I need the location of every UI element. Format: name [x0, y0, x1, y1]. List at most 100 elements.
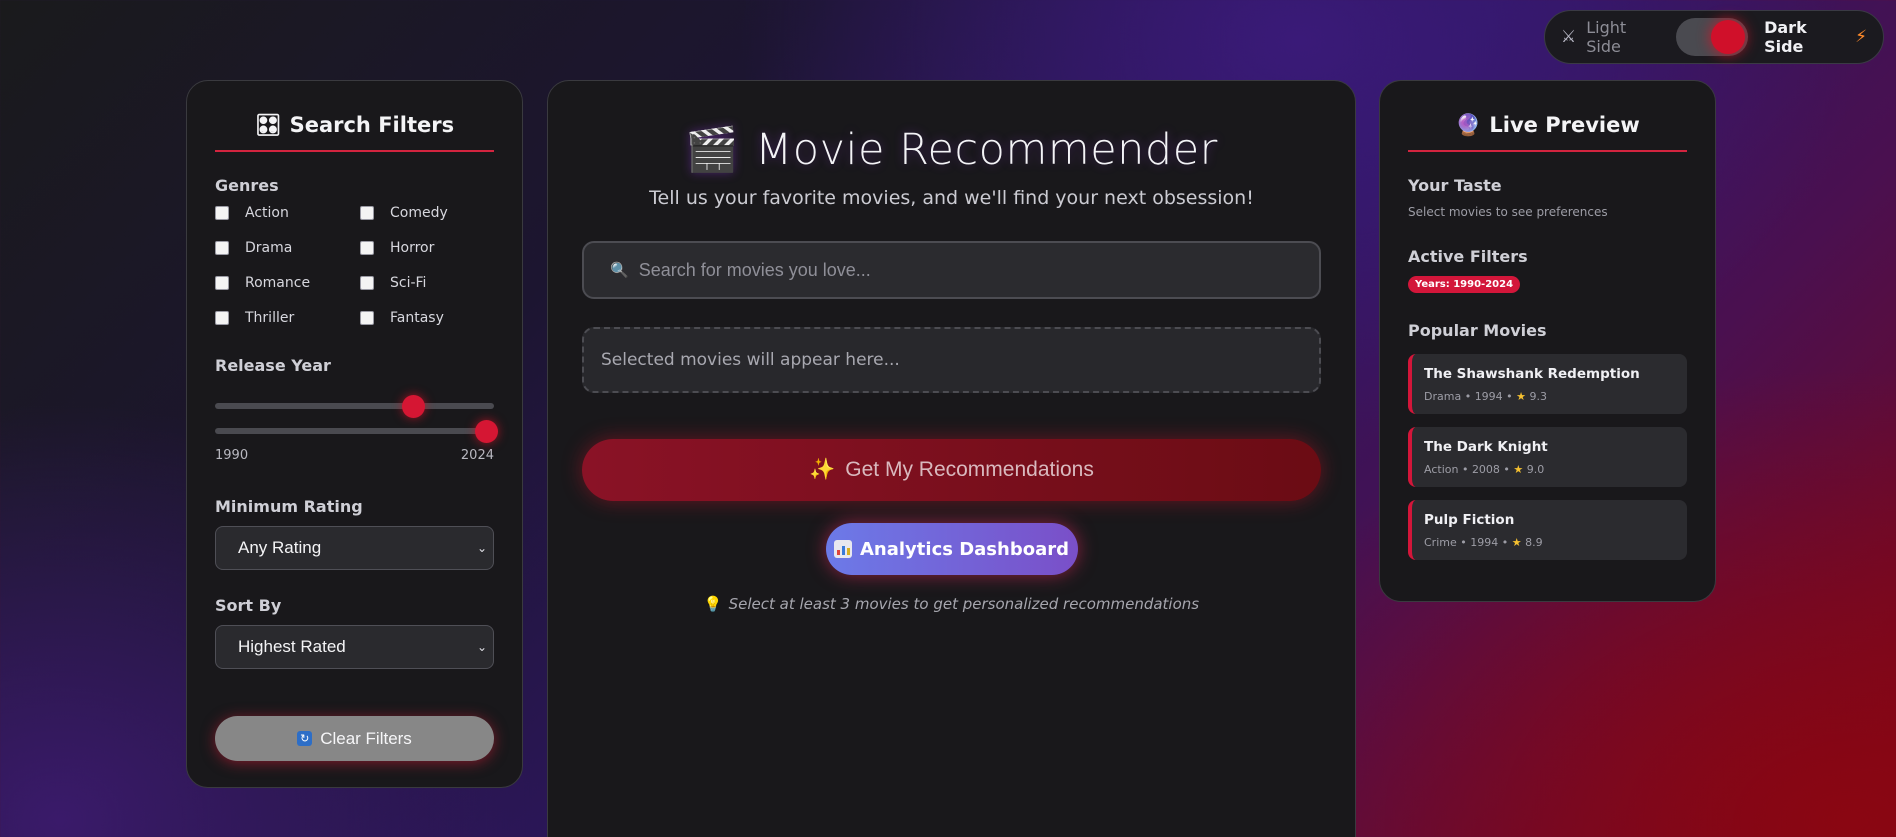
star-icon: ★ — [1513, 463, 1524, 476]
year-start-slider-thumb[interactable] — [402, 395, 426, 418]
genre-checkbox-grid: Action Comedy Drama Horror Romance Sci-F… — [215, 205, 494, 326]
genre-fantasy[interactable]: Fantasy — [360, 310, 490, 326]
sort-by-value: Highest Rated — [238, 637, 346, 656]
page-title-text: Movie Recommender — [755, 125, 1218, 175]
search-placeholder: Search for movies you love... — [638, 259, 871, 280]
popular-movie-card[interactable]: Pulp Fiction Crime • 1994 • ★ 8.9 — [1408, 500, 1687, 560]
selected-movies-area: Selected movies will appear here... — [582, 327, 1321, 393]
movie-year: 2008 — [1471, 463, 1500, 476]
genre-drama-checkbox[interactable] — [215, 241, 229, 255]
light-side-label: Light Side — [1586, 18, 1627, 56]
movie-genre: Crime — [1424, 536, 1457, 549]
movie-year: 1994 — [1470, 536, 1499, 549]
year-min-label: 1990 — [215, 448, 249, 463]
genre-thriller-checkbox[interactable] — [215, 311, 229, 325]
crystal-ball-icon: 🔮 — [1455, 113, 1482, 137]
sparkles-icon: ✨ — [809, 458, 836, 481]
movie-rating: 9.3 — [1529, 390, 1548, 403]
theme-toggle[interactable]: ⚔ Light Side Dark Side ⚡ — [1544, 10, 1884, 64]
star-icon: ★ — [1511, 536, 1522, 549]
movie-title: Pulp Fiction — [1424, 512, 1515, 528]
movie-title: The Dark Knight — [1424, 439, 1548, 455]
genre-comedy-label: Comedy — [390, 205, 448, 221]
genre-action-checkbox[interactable] — [215, 206, 229, 220]
magnifier-icon: 🔍 — [610, 262, 629, 279]
genre-action-label: Action — [245, 205, 289, 221]
genres-label: Genres — [215, 176, 279, 195]
genre-scifi-checkbox[interactable] — [360, 276, 374, 290]
dark-side-label: Dark Side — [1764, 18, 1807, 56]
recommender-panel: 🎬 Movie Recommender Tell us your favorite… — [547, 80, 1356, 837]
genre-horror[interactable]: Horror — [360, 240, 490, 256]
genre-thriller-label: Thriller — [245, 310, 295, 326]
selected-movies-placeholder: Selected movies will appear here... — [601, 350, 900, 370]
clapperboard-icon: 🎬 — [685, 125, 740, 175]
genre-comedy[interactable]: Comedy — [360, 205, 490, 221]
movie-genre: Action — [1424, 463, 1459, 476]
genre-romance[interactable]: Romance — [215, 275, 360, 291]
year-end-slider-thumb[interactable] — [474, 420, 498, 443]
active-filters-label: Active Filters — [1408, 247, 1528, 266]
genre-romance-checkbox[interactable] — [215, 276, 229, 290]
selection-hint: 💡 Select at least 3 movies to get persona… — [582, 595, 1321, 613]
chevron-down-icon: ⌄ — [476, 640, 487, 654]
clear-filters-label: Clear Filters — [320, 728, 412, 748]
movie-search-input[interactable]: 🔍 Search for movies you love... — [582, 241, 1321, 299]
clear-filters-button[interactable]: ↻ Clear Filters — [215, 716, 494, 761]
get-recommendations-label: Get My Recommendations — [845, 458, 1094, 481]
movie-meta: Action • 2008 • ★ 9.0 — [1424, 463, 1545, 476]
year-max-label: 2024 — [460, 448, 494, 463]
genre-comedy-checkbox[interactable] — [360, 206, 374, 220]
live-preview-title: 🔮 Live Preview — [1408, 81, 1687, 152]
movie-rating: 9.0 — [1526, 463, 1545, 476]
genre-scifi-label: Sci-Fi — [390, 275, 427, 291]
your-taste-label: Your Taste — [1408, 176, 1502, 195]
search-filters-panel: 🎛 Search Filters Genres Action Comedy Dra… — [186, 80, 523, 788]
theme-switch-knob — [1711, 20, 1746, 54]
movie-genre: Drama — [1424, 390, 1462, 403]
active-filter-badge: Years: 1990-2024 — [1408, 276, 1521, 293]
popular-movie-card[interactable]: The Dark Knight Action • 2008 • ★ 9.0 — [1408, 427, 1687, 487]
movie-title: The Shawshank Redemption — [1424, 366, 1640, 382]
min-rating-label: Minimum Rating — [215, 497, 363, 516]
analytics-dashboard-button[interactable]: Analytics Dashboard — [825, 523, 1078, 575]
genre-scifi[interactable]: Sci-Fi — [360, 275, 490, 291]
control-knobs-icon: 🎛 — [254, 113, 282, 137]
live-preview-title-text: Live Preview — [1489, 113, 1640, 137]
analytics-dashboard-label: Analytics Dashboard — [860, 538, 1069, 560]
popular-movie-card[interactable]: The Shawshank Redemption Drama • 1994 • … — [1408, 354, 1687, 414]
live-preview-panel: 🔮 Live Preview Your Taste Select movies t… — [1379, 80, 1716, 602]
refresh-icon: ↻ — [297, 731, 313, 746]
genre-romance-label: Romance — [245, 275, 311, 291]
movie-meta: Crime • 1994 • ★ 8.9 — [1424, 536, 1543, 549]
page-subtitle: Tell us your favorite movies, and we'll … — [649, 187, 1254, 209]
theme-switch[interactable] — [1675, 18, 1749, 56]
your-taste-description: Select movies to see preferences — [1408, 205, 1608, 219]
get-recommendations-button[interactable]: ✨ Get My Recommendations — [582, 439, 1321, 501]
chevron-down-icon: ⌄ — [476, 541, 487, 555]
crossed-swords-icon: ⚔ — [1561, 27, 1577, 47]
movie-year: 1994 — [1474, 390, 1503, 403]
movie-meta: Drama • 1994 • ★ 9.3 — [1424, 390, 1548, 403]
genre-thriller[interactable]: Thriller — [215, 310, 360, 326]
light-bulb-icon: 💡 — [703, 595, 723, 613]
selection-hint-text: Select at least 3 movies to get personal… — [728, 595, 1200, 613]
search-filters-title-text: Search Filters — [289, 113, 455, 137]
popular-movies-label: Popular Movies — [1408, 321, 1547, 340]
genre-fantasy-checkbox[interactable] — [360, 311, 374, 325]
min-rating-value: Any Rating — [238, 538, 322, 557]
sort-by-select[interactable]: Highest Rated ⌄ — [215, 625, 494, 669]
lightning-icon: ⚡ — [1855, 27, 1867, 47]
min-rating-select[interactable]: Any Rating ⌄ — [215, 526, 494, 570]
search-filters-title: 🎛 Search Filters — [215, 81, 494, 152]
movie-rating: 8.9 — [1525, 536, 1543, 549]
genre-action[interactable]: Action — [215, 205, 360, 221]
bar-chart-icon — [834, 540, 852, 558]
year-end-slider[interactable] — [215, 420, 498, 443]
genre-horror-label: Horror — [390, 240, 435, 256]
year-start-slider[interactable] — [215, 395, 494, 418]
genre-fantasy-label: Fantasy — [390, 310, 444, 326]
sort-by-label: Sort By — [215, 596, 282, 615]
genre-drama[interactable]: Drama — [215, 240, 360, 256]
genre-horror-checkbox[interactable] — [360, 241, 374, 255]
